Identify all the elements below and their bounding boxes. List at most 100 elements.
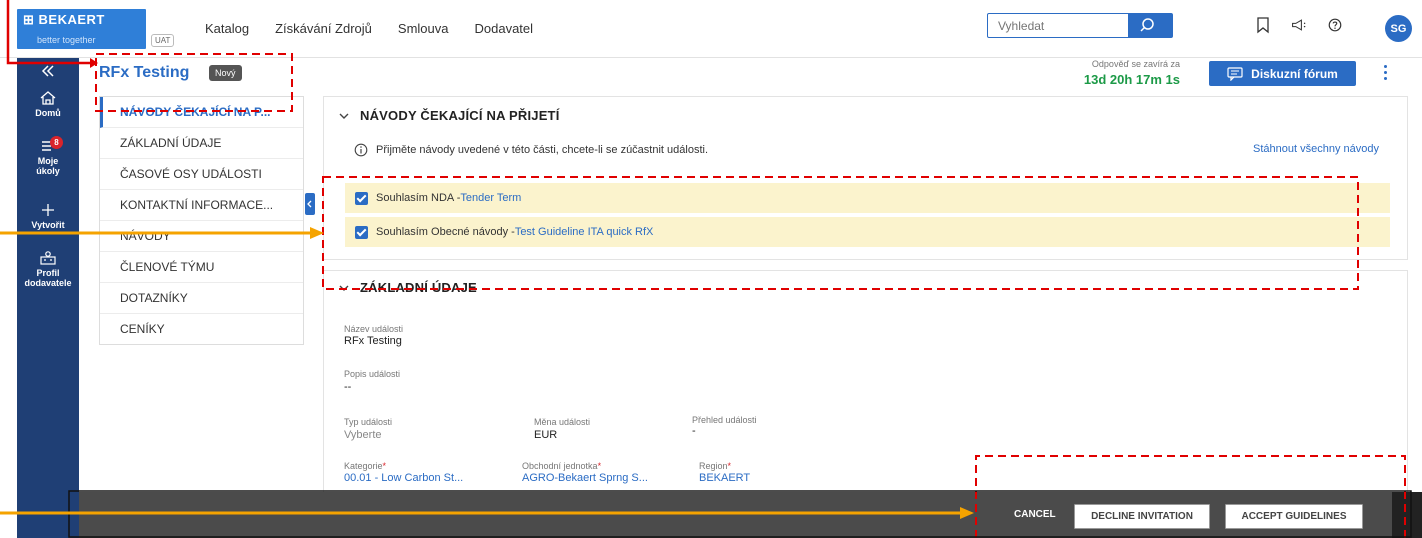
business-unit-label-text: Obchodní jednotka: [522, 461, 598, 471]
category-required-mark: *: [382, 461, 387, 471]
section-item-basic-info[interactable]: ZÁKLADNÍ ÚDAJE: [100, 128, 303, 159]
cancel-button[interactable]: CANCEL: [1014, 509, 1056, 520]
forum-button-label: Diskuzní fórum: [1251, 66, 1338, 81]
section-item-price-lists[interactable]: CENÍKY: [100, 314, 303, 345]
general-guidelines-checkbox[interactable]: [355, 225, 368, 239]
status-badge: Nový: [209, 65, 242, 81]
region-label-text: Region: [699, 461, 728, 471]
nav-supplier[interactable]: Dodavatel: [475, 21, 534, 36]
plus-icon: [42, 204, 54, 216]
accept-guidelines-button[interactable]: ACCEPT GUIDELINES: [1225, 504, 1363, 529]
nav-katalog[interactable]: Katalog: [205, 21, 249, 36]
business-unit-value[interactable]: AGRO-Bekaert Sprng S...: [522, 472, 648, 484]
rail-label-profile-2: dodavatele: [24, 278, 72, 288]
chevron-down-icon: [339, 285, 349, 291]
general-guidelines-text: Souhlasím Obecné návody -: [376, 226, 515, 238]
section-item-pending-guidelines[interactable]: NÁVODY ČEKAJÍCÍ NA P...: [100, 97, 303, 128]
guidelines-header[interactable]: NÁVODY ČEKAJÍCÍ NA PŘIJETÍ: [338, 108, 560, 123]
event-name-label: Název události: [344, 324, 404, 334]
nda-text: Souhlasím NDA -: [376, 192, 461, 204]
pending-guidelines-panel: NÁVODY ČEKAJÍCÍ NA PŘIJETÍ Přijměte návo…: [323, 96, 1408, 260]
currency-label: Měna události: [534, 417, 591, 427]
user-avatar[interactable]: SG: [1385, 15, 1412, 42]
guidelines-info-text: Přijměte návody uvedené v této části, ch…: [376, 144, 709, 156]
rail-label-home: Domů: [35, 108, 61, 118]
rail-item-my-tasks[interactable]: 8 Moje úkoly: [17, 136, 79, 176]
category-value[interactable]: 00.01 - Low Carbon St...: [344, 472, 463, 484]
rail-label-create: Vytvořit: [31, 220, 65, 230]
forum-icon: [1227, 66, 1243, 81]
action-bar: CANCEL DECLINE INVITATION ACCEPT GUIDELI…: [79, 492, 1422, 538]
left-rail: Domů 8 Moje úkoly Vytvořit Profil dodava…: [17, 58, 79, 538]
decline-invitation-button[interactable]: DECLINE INVITATION: [1074, 504, 1210, 529]
guidelines-info: Přijměte návody uvedené v této části, ch…: [354, 143, 708, 157]
supplier-profile-icon: [40, 251, 56, 265]
environment-badge: UAT: [151, 34, 175, 47]
guidelines-heading: NÁVODY ČEKAJÍCÍ NA PŘIJETÍ: [360, 108, 560, 123]
rail-item-create[interactable]: Vytvořit: [17, 202, 79, 230]
logo-brand: ⊞ BEKAERT: [23, 12, 105, 27]
screen: ⊞ BEKAERT better together UAT Katalog Zí…: [0, 0, 1422, 538]
top-bar: ⊞ BEKAERT better together UAT Katalog Zí…: [0, 0, 1422, 58]
rail-label-tasks-1: Moje: [37, 156, 59, 166]
rail-item-supplier-profile[interactable]: Profil dodavatele: [17, 250, 79, 288]
event-description-label: Popis události: [344, 369, 401, 379]
rail-collapse[interactable]: [17, 64, 79, 80]
basic-info-heading: ZÁKLADNÍ ÚDAJE: [360, 280, 477, 295]
bookmark-icon[interactable]: [1255, 16, 1271, 34]
basic-info-header[interactable]: ZÁKLADNÍ ÚDAJE: [338, 280, 477, 295]
rail-item-home[interactable]: Domů: [17, 90, 79, 118]
search-input[interactable]: [988, 14, 1128, 37]
section-item-team[interactable]: ČLENOVÉ TÝMU: [100, 252, 303, 283]
megaphone-icon[interactable]: [1291, 16, 1307, 34]
guideline-row-nda: Souhlasím NDA - Tender Term: [345, 183, 1390, 213]
rail-label-profile-1: Profil: [36, 268, 60, 278]
event-type-label: Typ události: [344, 417, 393, 427]
section-item-questionnaires[interactable]: DOTAZNÍKY: [100, 283, 303, 314]
action-bar-end: [1392, 492, 1422, 538]
nav-collapse-handle[interactable]: [305, 193, 315, 215]
info-icon: [354, 143, 368, 157]
countdown-value: 13d 20h 17m 1s: [1083, 72, 1180, 87]
chevron-left-icon: [307, 200, 312, 208]
overview-value: -: [692, 425, 696, 437]
event-description-value: --: [344, 381, 352, 393]
event-type-value[interactable]: Vyberte: [344, 429, 382, 441]
search-button[interactable]: [1128, 14, 1172, 37]
nda-link[interactable]: Tender Term: [460, 192, 521, 204]
top-icons: [1255, 16, 1343, 34]
download-all-guidelines-link[interactable]: Stáhnout všechny návody: [1253, 143, 1379, 155]
section-item-timeline[interactable]: ČASOVÉ OSY UDÁLOSTI: [100, 159, 303, 190]
help-icon[interactable]: [1327, 16, 1343, 34]
tasks-count-badge: 8: [50, 136, 63, 149]
category-label: Kategorie*: [344, 461, 386, 471]
nav-sourcing[interactable]: Získávání Zdrojů: [275, 21, 372, 36]
event-title: RFx Testing: [99, 64, 190, 81]
search-icon: [1140, 18, 1154, 32]
section-item-contact[interactable]: KONTAKTNÍ INFORMACE...: [100, 190, 303, 221]
discussion-forum-button[interactable]: Diskuzní fórum: [1209, 61, 1356, 86]
business-unit-label: Obchodní jednotka*: [522, 461, 601, 471]
section-navigation: NÁVODY ČEKAJÍCÍ NA P... ZÁKLADNÍ ÚDAJE Č…: [99, 96, 304, 345]
search-box: [987, 13, 1173, 38]
section-item-guidelines[interactable]: NÁVODY: [100, 221, 303, 252]
nav-contract[interactable]: Smlouva: [398, 21, 449, 36]
more-options-icon[interactable]: [1382, 65, 1388, 81]
chevron-down-icon: [339, 113, 349, 119]
top-navigation: Katalog Získávání Zdrojů Smlouva Dodavat…: [205, 21, 533, 36]
business-unit-required-mark: *: [597, 461, 602, 471]
region-value[interactable]: BEKAERT: [699, 472, 750, 484]
logo-tagline: better together: [37, 35, 96, 45]
rail-label-tasks-2: úkoly: [36, 166, 60, 176]
region-required-mark: *: [727, 461, 732, 471]
region-label: Region*: [699, 461, 731, 471]
double-chevron-left-icon: [41, 65, 54, 77]
overview-label: Přehled události: [692, 415, 757, 425]
event-name-value: RFx Testing: [344, 335, 402, 347]
nda-checkbox[interactable]: [355, 191, 368, 205]
guideline-row-general: Souhlasím Obecné návody - Test Guideline…: [345, 217, 1390, 247]
category-label-text: Kategorie: [344, 461, 383, 471]
bekaert-logo[interactable]: ⊞ BEKAERT better together: [17, 9, 146, 49]
countdown-label: Odpověď se zavírá za: [1091, 59, 1180, 69]
general-guidelines-link[interactable]: Test Guideline ITA quick RfX: [515, 226, 654, 238]
